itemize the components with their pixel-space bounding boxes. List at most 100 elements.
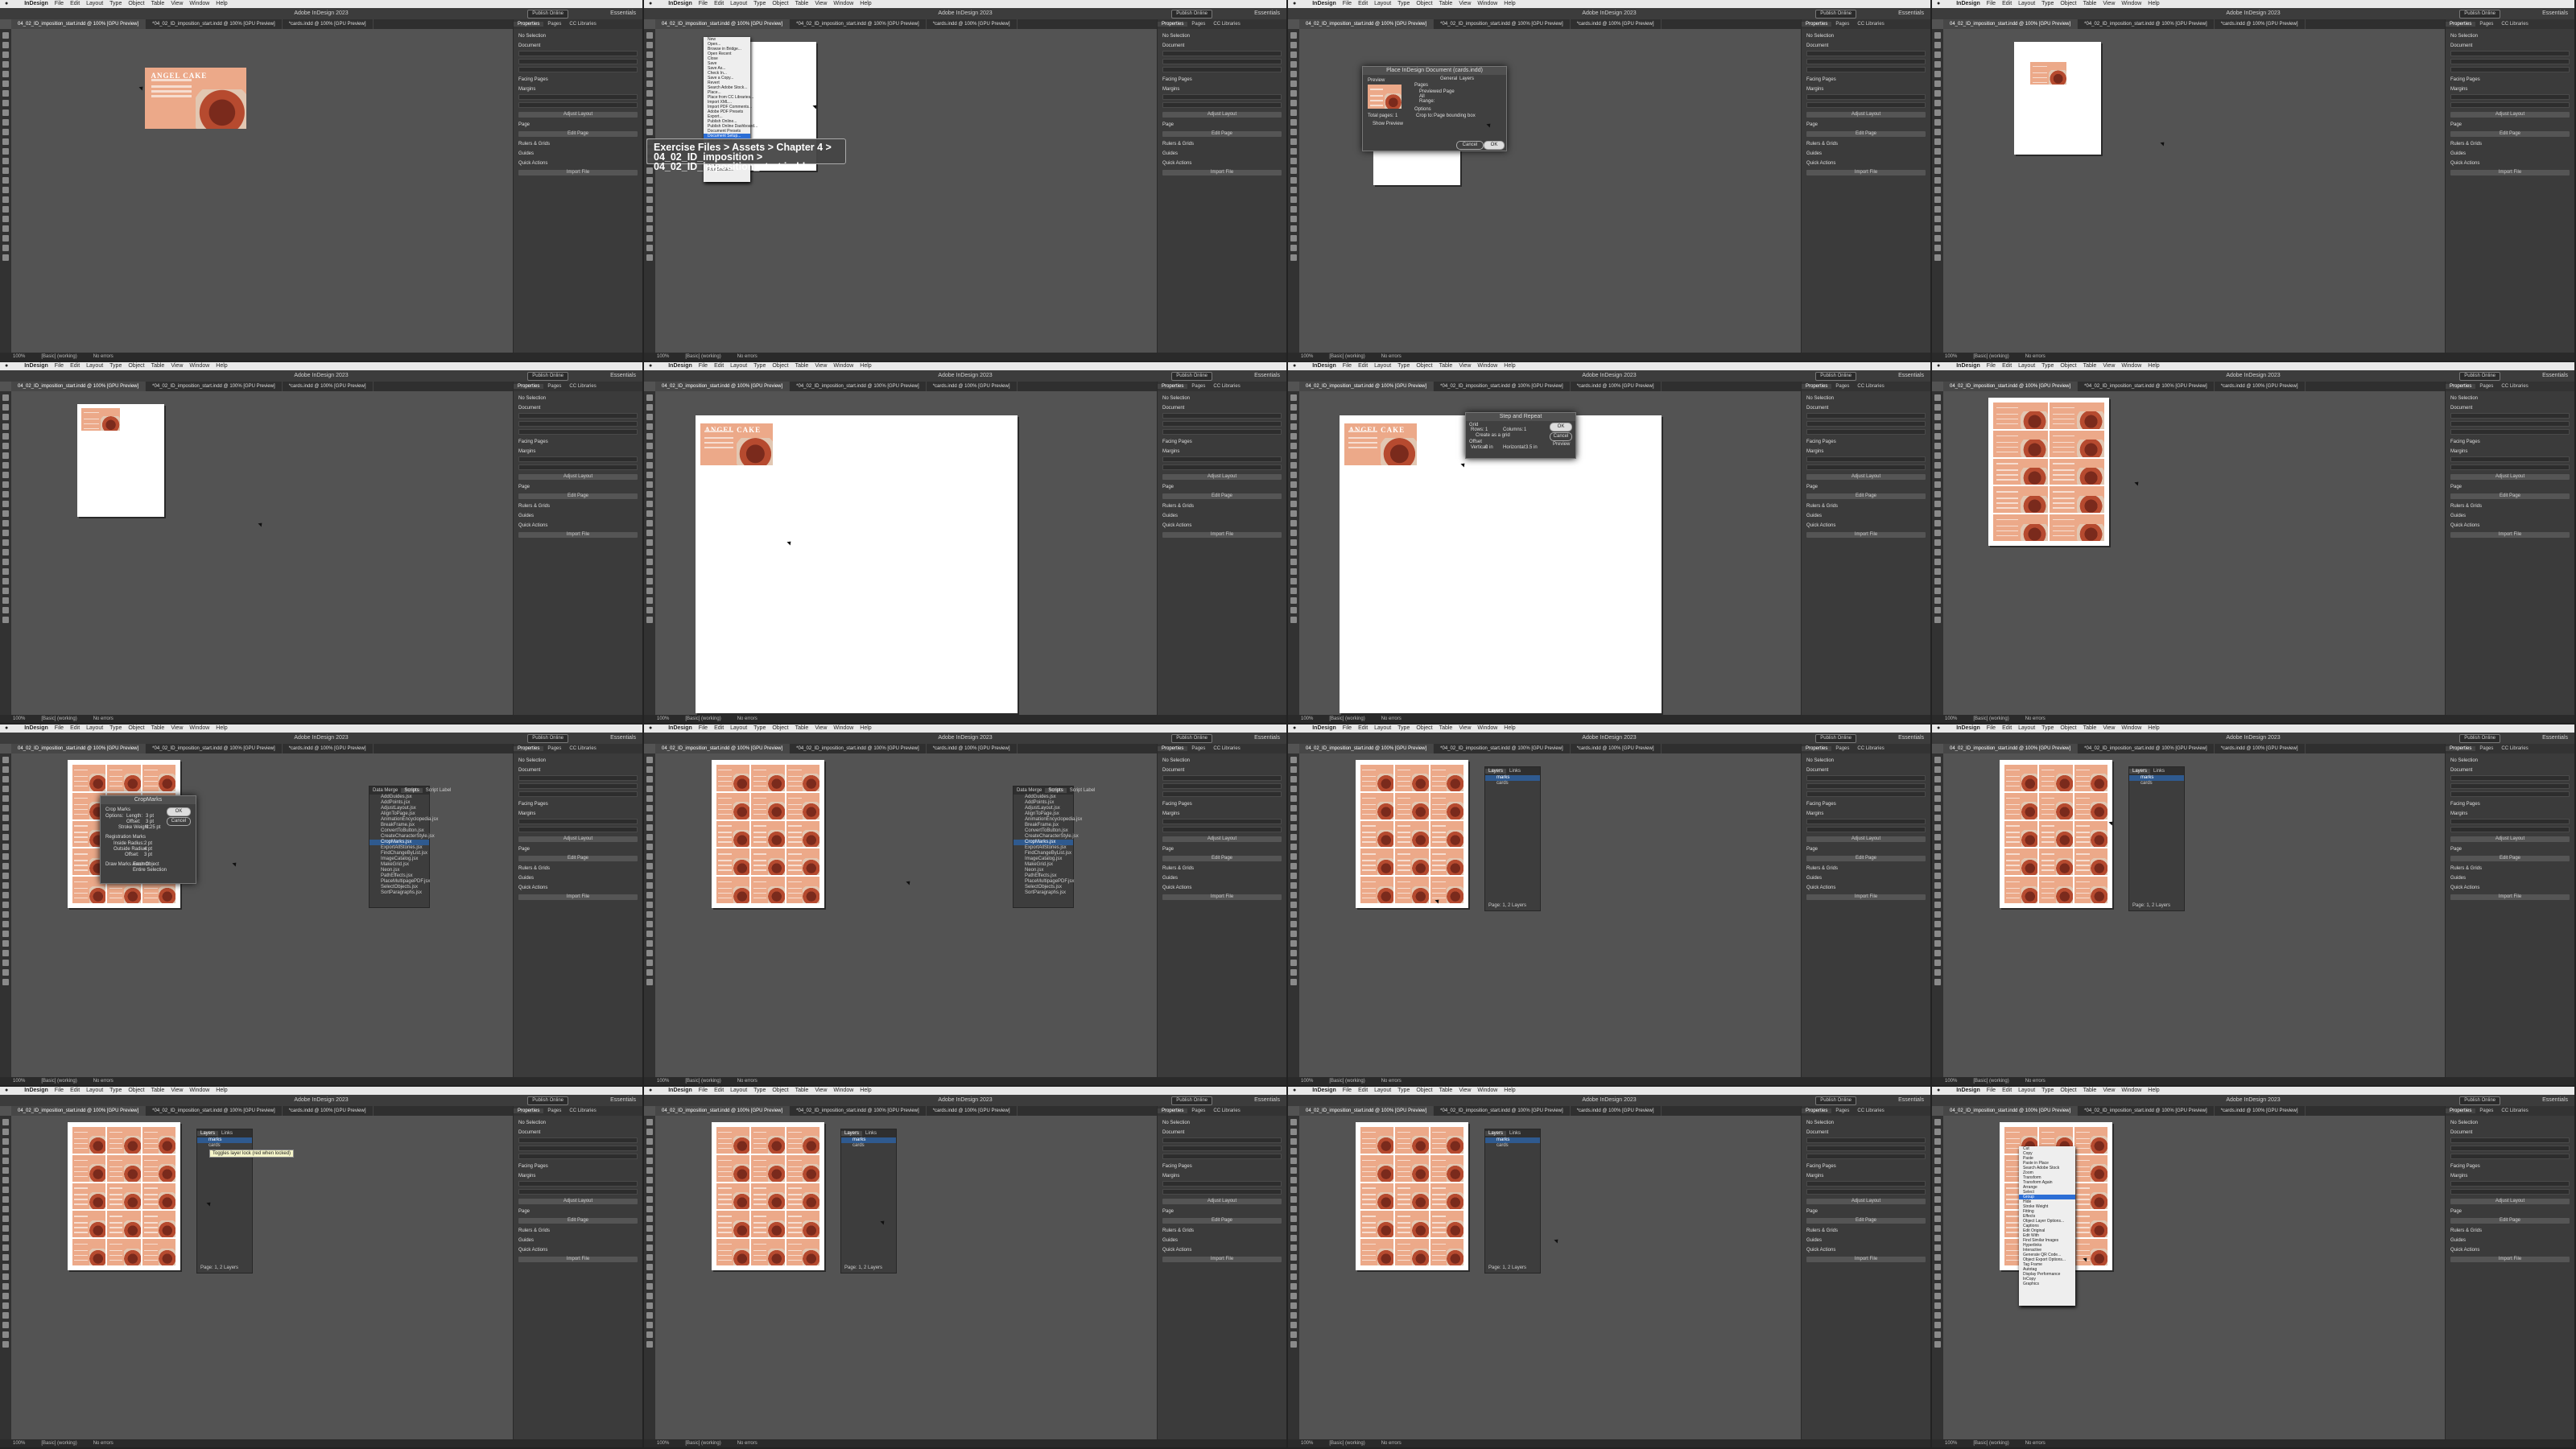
edit-page-button[interactable]: Edit Page — [1806, 493, 1926, 499]
document-field[interactable] — [518, 413, 638, 419]
menu-window[interactable]: Window — [2121, 725, 2141, 731]
properties-tab-cc-libraries[interactable]: CC Libraries — [2497, 1108, 2532, 1113]
tool-icon[interactable] — [646, 42, 653, 48]
menu-object[interactable]: Object — [128, 1088, 144, 1093]
tool-icon[interactable] — [1290, 61, 1297, 68]
workspace-switcher[interactable]: Essentials — [1254, 8, 1280, 19]
tool-icon[interactable] — [646, 902, 653, 908]
script-item[interactable]: FindChangeByList.jsx — [1013, 851, 1073, 857]
tool-icon[interactable] — [1934, 1206, 1941, 1212]
tool-icon[interactable] — [1934, 607, 1941, 613]
document-tab[interactable]: 04_02_ID_imposition_start.indd @ 100% [G… — [1943, 744, 2079, 753]
tool-icon[interactable] — [1934, 578, 1941, 584]
properties-tab-pages[interactable]: Pages — [1831, 384, 1853, 389]
tool-icon[interactable] — [1290, 1245, 1297, 1251]
tool-icon[interactable] — [646, 1138, 653, 1145]
zoom-level[interactable]: 100% — [1301, 1079, 1313, 1084]
zoom-level[interactable]: 100% — [1945, 1079, 1957, 1084]
document-tab[interactable]: *cards.indd @ 100% [GPU Preview] — [283, 19, 374, 29]
tool-icon[interactable] — [2, 853, 9, 860]
menu-edit[interactable]: Edit — [2002, 1088, 2012, 1093]
script-item[interactable]: Neon.jsx — [1013, 868, 1073, 873]
margin-field[interactable] — [2450, 819, 2570, 824]
tool-icon[interactable] — [646, 129, 653, 135]
tool-icon[interactable] — [1290, 795, 1297, 802]
tool-icon[interactable] — [646, 805, 653, 811]
margin-field[interactable] — [2450, 464, 2570, 470]
tool-icon[interactable] — [646, 824, 653, 831]
adjust-layout-button[interactable]: Adjust Layout — [1162, 112, 1282, 118]
tool-icon[interactable] — [2, 1322, 9, 1328]
tool-icon[interactable] — [1290, 158, 1297, 164]
tool-icon[interactable] — [1290, 873, 1297, 879]
app-name[interactable]: InDesign — [668, 363, 692, 369]
tool-icon[interactable] — [1934, 824, 1941, 831]
menu-view[interactable]: View — [2103, 1, 2115, 6]
tool-icon[interactable] — [1934, 510, 1941, 517]
script-item[interactable]: ExportAllStories.jsx — [1013, 845, 1073, 851]
import-file-button[interactable]: Import File — [2450, 170, 2570, 175]
tool-icon[interactable] — [646, 1254, 653, 1261]
tool-icon[interactable] — [1290, 42, 1297, 48]
tool-icon[interactable] — [2, 100, 9, 106]
tool-icon[interactable] — [646, 969, 653, 976]
menu-window[interactable]: Window — [189, 363, 209, 369]
tool-icon[interactable] — [1934, 969, 1941, 976]
tool-icon[interactable] — [2, 196, 9, 203]
tool-icon[interactable] — [1934, 1235, 1941, 1241]
tool-icon[interactable] — [1290, 206, 1297, 213]
document-field[interactable] — [518, 791, 638, 797]
document-tab[interactable]: 04_02_ID_imposition_start.indd @ 100% [G… — [655, 382, 791, 391]
tool-icon[interactable] — [646, 1302, 653, 1309]
edit-page-button[interactable]: Edit Page — [518, 493, 638, 499]
properties-tab-pages[interactable]: Pages — [1831, 22, 1853, 27]
document-canvas[interactable]: CropMarks Crop Marks Options: Length: 3 pt Of… — [11, 753, 514, 1077]
properties-tab-cc-libraries[interactable]: CC Libraries — [565, 22, 600, 27]
tool-icon[interactable] — [2, 863, 9, 869]
document-field[interactable] — [1806, 413, 1926, 419]
script-item[interactable]: AdjustLayout.jsx — [369, 806, 429, 811]
menu-layout[interactable]: Layout — [1374, 1088, 1391, 1093]
app-name[interactable]: InDesign — [668, 1088, 692, 1093]
tool-icon[interactable] — [1934, 776, 1941, 782]
tool-icon[interactable] — [1290, 892, 1297, 898]
tool-icon[interactable] — [1290, 138, 1297, 145]
context-menu-item[interactable]: Graphics — [2019, 1282, 2075, 1286]
tool-icon[interactable] — [646, 52, 653, 58]
tool-icon[interactable] — [1290, 568, 1297, 575]
tool-icon[interactable] — [2, 394, 9, 401]
document-tab[interactable]: 04_02_ID_imposition_start.indd @ 100% [G… — [1943, 1106, 2079, 1116]
adjust-layout-button[interactable]: Adjust Layout — [518, 836, 638, 842]
apple-icon[interactable]: ● — [1293, 1, 1296, 6]
properties-tab-cc-libraries[interactable]: CC Libraries — [2497, 22, 2532, 27]
menu-edit[interactable]: Edit — [2002, 363, 2012, 369]
properties-tab-cc-libraries[interactable]: CC Libraries — [1209, 746, 1244, 751]
zoom-level[interactable]: 100% — [1945, 354, 1957, 359]
margin-field[interactable] — [1806, 94, 1926, 100]
tool-icon[interactable] — [2, 1225, 9, 1232]
tool-icon[interactable] — [1934, 902, 1941, 908]
properties-tab-cc-libraries[interactable]: CC Libraries — [565, 384, 600, 389]
menu-type[interactable]: Type — [753, 363, 766, 369]
tool-icon[interactable] — [2, 481, 9, 488]
edit-page-button[interactable]: Edit Page — [2450, 1218, 2570, 1224]
properties-tab-cc-libraries[interactable]: CC Libraries — [1853, 22, 1888, 27]
script-item[interactable]: ConvertToButton.jsx — [1013, 828, 1073, 834]
tool-icon[interactable] — [1290, 1196, 1297, 1203]
document-tab[interactable]: *04_02_ID_imposition_start.indd @ 100% [… — [1434, 382, 1571, 391]
tool-icon[interactable] — [1934, 414, 1941, 420]
tool-icon[interactable] — [2, 1245, 9, 1251]
tool-icon[interactable] — [646, 979, 653, 985]
tool-icon[interactable] — [646, 607, 653, 613]
tool-icon[interactable] — [2, 578, 9, 584]
tool-icon[interactable] — [1290, 597, 1297, 604]
menu-help[interactable]: Help — [2148, 1, 2159, 6]
layers-tab[interactable]: Links — [1506, 769, 1524, 774]
tool-icon[interactable] — [646, 853, 653, 860]
apple-icon[interactable]: ● — [649, 363, 652, 369]
adjust-layout-button[interactable]: Adjust Layout — [1162, 1199, 1282, 1204]
script-item[interactable]: CreateCharacterStyle.jsx — [1013, 834, 1079, 840]
document-tab[interactable]: *04_02_ID_imposition_start.indd @ 100% [… — [1434, 1106, 1571, 1116]
tool-icon[interactable] — [1290, 539, 1297, 546]
menu-window[interactable]: Window — [833, 1, 853, 6]
